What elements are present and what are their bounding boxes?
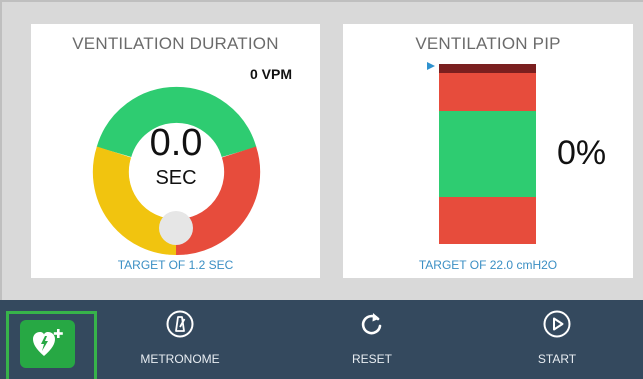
ventilation-pip-title: VENTILATION PIP — [415, 34, 561, 53]
duration-unit: SEC — [155, 167, 197, 189]
metronome-icon — [166, 310, 194, 338]
metronome-label: METRONOME — [140, 352, 220, 366]
pip-segment-target — [439, 111, 536, 197]
gauge-knob — [159, 211, 193, 245]
top-edge — [0, 0, 643, 2]
pip-segment-high — [439, 73, 536, 111]
ventilation-duration-panel: VENTILATION DURATION 0 VPM 0.0 SEC TARGE… — [31, 24, 320, 278]
duration-target: TARGET OF 1.2 SEC — [117, 258, 234, 272]
pip-segment-low — [439, 197, 536, 244]
start-button[interactable]: START — [515, 300, 599, 379]
reset-label: RESET — [351, 352, 392, 366]
metronome-button[interactable]: METRONOME — [135, 300, 225, 379]
reset-button[interactable]: RESET — [330, 300, 414, 379]
duration-value: 0.0 — [149, 122, 203, 164]
pip-target: TARGET OF 22.0 cmH2O — [418, 258, 558, 272]
pip-bar — [439, 64, 536, 244]
start-label: START — [537, 352, 577, 366]
pip-segment-top — [439, 64, 536, 73]
aed-heart-plus-icon — [33, 329, 63, 356]
reset-arrow-icon — [361, 313, 382, 335]
pip-percent: 0% — [557, 134, 607, 172]
aed-button[interactable] — [20, 320, 75, 368]
ventilation-pip-panel: VENTILATION PIP 0% TARGET OF 22.0 cmH2O — [343, 24, 633, 278]
pip-marker-icon — [427, 62, 435, 70]
left-edge — [0, 0, 2, 300]
play-circle-icon — [543, 310, 571, 338]
